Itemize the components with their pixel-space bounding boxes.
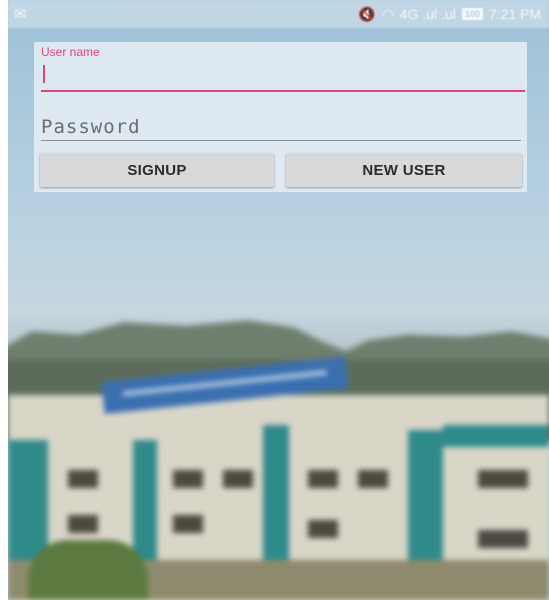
building-window — [308, 470, 338, 488]
status-right: 🔇 ◠ 4G .ul .ul 100 7:21 PM — [358, 6, 541, 23]
building-window — [68, 515, 98, 533]
building-window — [173, 470, 203, 488]
signal-icon: 4G .ul .ul — [399, 6, 456, 22]
mute-icon: 🔇 — [358, 5, 376, 22]
building-window — [478, 530, 528, 548]
building-window — [358, 470, 388, 488]
password-input[interactable] — [41, 114, 521, 141]
status-time: 7:21 PM — [488, 6, 541, 22]
building-window — [173, 515, 203, 533]
building-window — [68, 470, 98, 488]
signup-button[interactable]: SIGNUP — [40, 153, 274, 187]
building-window — [478, 470, 528, 488]
app-notification-icon: ✉ — [14, 6, 27, 23]
building-window — [223, 470, 253, 488]
building-window — [308, 520, 338, 538]
text-cursor — [43, 65, 45, 83]
login-card: User name SIGNUP NEW USER — [34, 42, 527, 192]
new-user-button[interactable]: NEW USER — [286, 153, 522, 187]
username-label: User name — [41, 45, 100, 59]
wifi-icon: ◠ — [381, 5, 394, 22]
building-ledge — [443, 425, 549, 447]
tree — [28, 540, 148, 600]
status-bar: ✉ 🔇 ◠ 4G .ul .ul 100 7:21 PM — [8, 0, 549, 28]
battery-icon: 100 — [461, 8, 483, 20]
username-input[interactable] — [41, 58, 525, 92]
